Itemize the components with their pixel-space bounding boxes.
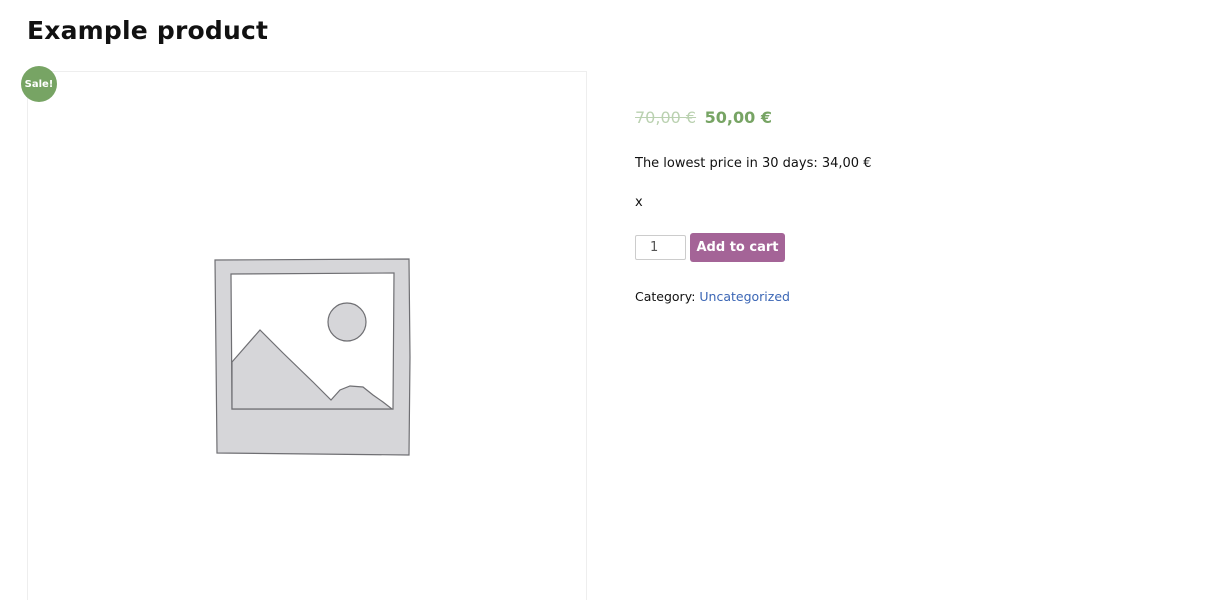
product-page: Example product Sale! 70,00 € 50,00 € Th… bbox=[0, 0, 1217, 600]
product-summary: 70,00 € 50,00 € The lowest price in 30 d… bbox=[635, 105, 1195, 304]
add-to-cart-button[interactable]: Add to cart bbox=[690, 233, 785, 262]
product-price: 70,00 € 50,00 € bbox=[635, 105, 1195, 131]
sale-price: 50,00 € bbox=[704, 108, 772, 127]
product-short-description: x bbox=[635, 195, 643, 210]
add-to-cart-form: Add to cart bbox=[635, 233, 785, 262]
image-placeholder-icon bbox=[214, 258, 411, 456]
product-gallery[interactable] bbox=[27, 71, 587, 600]
lowest-price-notice: The lowest price in 30 days: 34,00 € bbox=[635, 156, 872, 171]
page-title: Example product bbox=[27, 16, 269, 45]
sale-badge: Sale! bbox=[21, 66, 57, 102]
quantity-input[interactable] bbox=[635, 235, 686, 260]
product-category: Category: Uncategorized bbox=[635, 288, 790, 306]
category-link[interactable]: Uncategorized bbox=[699, 289, 790, 304]
regular-price: 70,00 € bbox=[635, 108, 697, 127]
category-label: Category: bbox=[635, 289, 696, 304]
